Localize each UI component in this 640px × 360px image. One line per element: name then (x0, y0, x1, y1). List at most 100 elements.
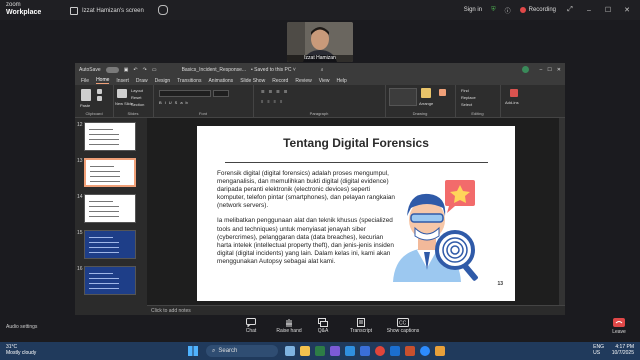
slide-thumbnail[interactable] (84, 158, 136, 187)
autosave-toggle[interactable] (105, 66, 119, 73)
thumbnail-number: 16 (77, 266, 83, 272)
app-icon[interactable] (435, 346, 445, 356)
layout-button[interactable]: Layout (131, 88, 143, 93)
quick-styles-icon[interactable] (439, 89, 446, 96)
menu-tab-draw[interactable]: Draw (136, 78, 148, 84)
font-size-field[interactable] (213, 90, 229, 97)
ppt-search-icon[interactable]: ⌕ (321, 67, 324, 73)
paste-button[interactable]: Paste (80, 103, 90, 108)
slide-thumbnail[interactable] (84, 194, 136, 223)
font-label: Font (198, 111, 207, 116)
menu-tab-help[interactable]: Help (336, 78, 346, 84)
zoom-icon[interactable] (420, 346, 430, 356)
list-icons[interactable]: ☰☰☰☰ (261, 89, 291, 94)
replace-button[interactable]: Replace (461, 95, 476, 100)
reset-button[interactable]: Reset (131, 95, 141, 100)
notes-pane[interactable]: Click to add notes (147, 305, 565, 315)
addins-icon[interactable] (510, 89, 518, 97)
shield-icon[interactable]: ⛨ (491, 7, 496, 14)
arrange-button[interactable]: Arrange (419, 101, 433, 106)
menu-tab-transitions[interactable]: Transitions (177, 78, 201, 84)
qa-button[interactable]: Q&A (303, 318, 343, 334)
slide-thumbnail[interactable] (84, 122, 136, 151)
select-button[interactable]: Select (461, 102, 472, 107)
thumbnail-text-line (89, 242, 119, 243)
edge-icon[interactable] (345, 346, 355, 356)
show-captions-button[interactable]: CC Show captions (381, 318, 425, 334)
menu-tab-view[interactable]: View (319, 78, 330, 84)
maximize-icon[interactable]: ☐ (603, 6, 613, 14)
section-button[interactable]: Section (131, 102, 144, 107)
taskbar-search[interactable]: ⌕ Search (206, 345, 278, 357)
font-name-field[interactable] (159, 90, 211, 97)
undo-icon[interactable]: ↶ (133, 67, 137, 73)
thumbnail-text-line (90, 166, 114, 167)
menu-tab-review[interactable]: Review (295, 78, 311, 84)
close-icon[interactable]: ✕ (622, 6, 632, 14)
menu-tab-slide-show[interactable]: Slide Show (240, 78, 265, 84)
transcript-icon (357, 318, 365, 327)
title-divider (225, 162, 488, 163)
ppt-minimize-icon[interactable]: – (540, 67, 543, 73)
present-icon[interactable]: ▭ (152, 67, 157, 73)
taskbar-search-icon: ⌕ (212, 347, 216, 354)
menu-tab-file[interactable]: File (81, 78, 89, 84)
chat-button[interactable]: Chat (231, 318, 271, 334)
slide-thumbnail[interactable] (84, 230, 136, 259)
thumbnail-number: 14 (77, 194, 83, 200)
slide-thumbnail[interactable] (84, 266, 136, 295)
new-slide-icon[interactable] (117, 89, 127, 98)
menu-tab-animations[interactable]: Animations (208, 78, 233, 84)
align-icons[interactable]: ≡≡≡≡ (261, 99, 286, 104)
find-button[interactable]: Find (461, 88, 469, 93)
powerpoint-icon[interactable] (405, 346, 415, 356)
teams-icon[interactable] (330, 346, 340, 356)
shapes-gallery[interactable] (389, 88, 417, 106)
current-slide[interactable]: Tentang Digital Forensics Forensik digit… (197, 126, 515, 301)
cut-icon[interactable] (97, 89, 102, 94)
addins-button[interactable]: Add-ins (505, 100, 519, 105)
store-icon[interactable] (315, 346, 325, 356)
weather-widget[interactable]: 31°C Mostly cloudy (6, 344, 36, 356)
language-indicator[interactable]: ENG US (593, 344, 604, 356)
start-icon[interactable] (188, 346, 198, 356)
save-icon[interactable]: ▣ (124, 67, 129, 73)
transcript-button[interactable]: Transcript (341, 318, 381, 334)
clipboard-label: Clipboard (85, 111, 103, 116)
slide-scrollbar[interactable] (559, 118, 565, 305)
fullscreen-icon[interactable]: ⤢ (565, 6, 575, 14)
minimize-icon[interactable]: – (584, 7, 594, 14)
font-format-icons[interactable]: BIUSab (159, 100, 191, 105)
thumbnail-text-line (89, 206, 119, 207)
ppt-close-icon[interactable]: ✕ (557, 67, 561, 73)
folder-icon[interactable] (300, 346, 310, 356)
paste-icon[interactable] (81, 89, 91, 101)
copy-icon[interactable] (97, 96, 102, 101)
info-icon[interactable]: ⓘ (505, 6, 511, 15)
arrange-icon[interactable] (421, 88, 431, 98)
show-captions-label: Show captions (386, 328, 420, 334)
chrome-icon[interactable] (375, 346, 385, 356)
word-icon[interactable] (390, 346, 400, 356)
leave-button[interactable]: Leave (608, 318, 630, 335)
file-explorer-icon[interactable] (285, 346, 295, 356)
taskbar-clock[interactable]: 4:17 PM 10/7/2025 (612, 344, 634, 356)
profile-avatar[interactable] (521, 66, 529, 73)
saved-status[interactable]: • Saved to this PC ˅ (251, 67, 296, 73)
screen-share-icon (70, 6, 78, 15)
screen-share-tab[interactable]: Izzat Hamizan's screen (70, 4, 170, 17)
menu-tab-home[interactable]: Home (96, 77, 110, 84)
menu-tab-record[interactable]: Record (272, 78, 288, 84)
ppt-title-bar: AutoSave ▣ ↶ ↷ ▭ Basics_Incident_Respons… (75, 63, 565, 76)
zoom-brand: zoom (6, 2, 21, 8)
participant-video[interactable]: Izzat Hamizan (287, 22, 353, 62)
recording-indicator[interactable]: Recording (519, 7, 556, 13)
menu-tab-insert[interactable]: Insert (116, 78, 129, 84)
mail-icon[interactable] (360, 346, 370, 356)
ppt-maximize-icon[interactable]: ☐ (547, 67, 551, 73)
view-options-icon[interactable] (158, 5, 168, 15)
redo-icon[interactable]: ↷ (143, 67, 147, 73)
menu-tab-design[interactable]: Design (155, 78, 171, 84)
audio-settings-button[interactable]: Audio settings (6, 324, 37, 330)
sign-in-button[interactable]: Sign in (464, 7, 482, 13)
